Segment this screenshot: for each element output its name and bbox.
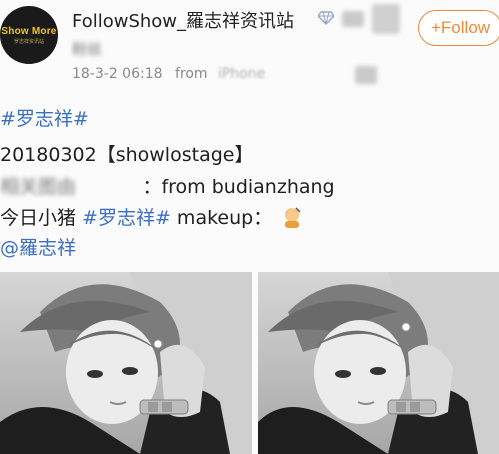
redacted-header-1 [342,11,364,27]
subtitle-text: 粉丝 [72,40,103,58]
avatar-brand-text: Show More [1,25,57,37]
content-line-makeup: 今日小猪 #罗志祥# makeup： [0,203,302,230]
source-credit: ：from budianzhang [142,176,335,198]
diamond-verify-icon [318,11,334,25]
redacted-meta [355,66,377,84]
redacted-gap [82,176,142,198]
avatar[interactable]: Show More 罗志祥资讯站 [0,6,58,64]
avatar-sub-text: 罗志祥资讯站 [13,38,44,45]
timestamp: 18-3-2 06:18 [72,66,163,82]
content-line-date: 20180302【showlostage】 [0,144,254,166]
subtitle: 粉丝 [72,38,102,59]
content-line-mention: @羅志祥 [0,233,76,260]
portrait-image-1 [0,272,252,454]
portrait-image-2 [258,272,499,454]
weibo-post: Show More 罗志祥资讯站 FollowShow_羅志祥资讯站 +Foll… [0,0,499,454]
content-line-topic: #罗志祥# [0,104,89,131]
from-label: from [174,66,208,82]
post-meta: 18-3-2 06:18 from iPhone [72,66,265,82]
content-line-source: 相关图由 ：from budianzhang [0,172,335,199]
redacted-header-2 [372,4,400,34]
redacted-source-name: 相关图由 [0,176,77,198]
makeup-topic-tag[interactable]: #罗志祥# [82,207,171,229]
haircut-person-emoji-icon [285,207,301,228]
makeup-prefix: 今日小猪 [0,207,83,229]
makeup-suffix: makeup： [170,207,273,229]
follow-button[interactable]: +Follow [418,10,499,46]
mention-link[interactable]: @羅志祥 [0,237,76,259]
topic-tag[interactable]: #罗志祥# [0,108,89,130]
source-text: iPhone [218,66,266,82]
username[interactable]: FollowShow_羅志祥资讯站 [72,7,294,33]
post-photo-1[interactable] [0,272,252,454]
post-photo-2[interactable] [258,272,499,454]
